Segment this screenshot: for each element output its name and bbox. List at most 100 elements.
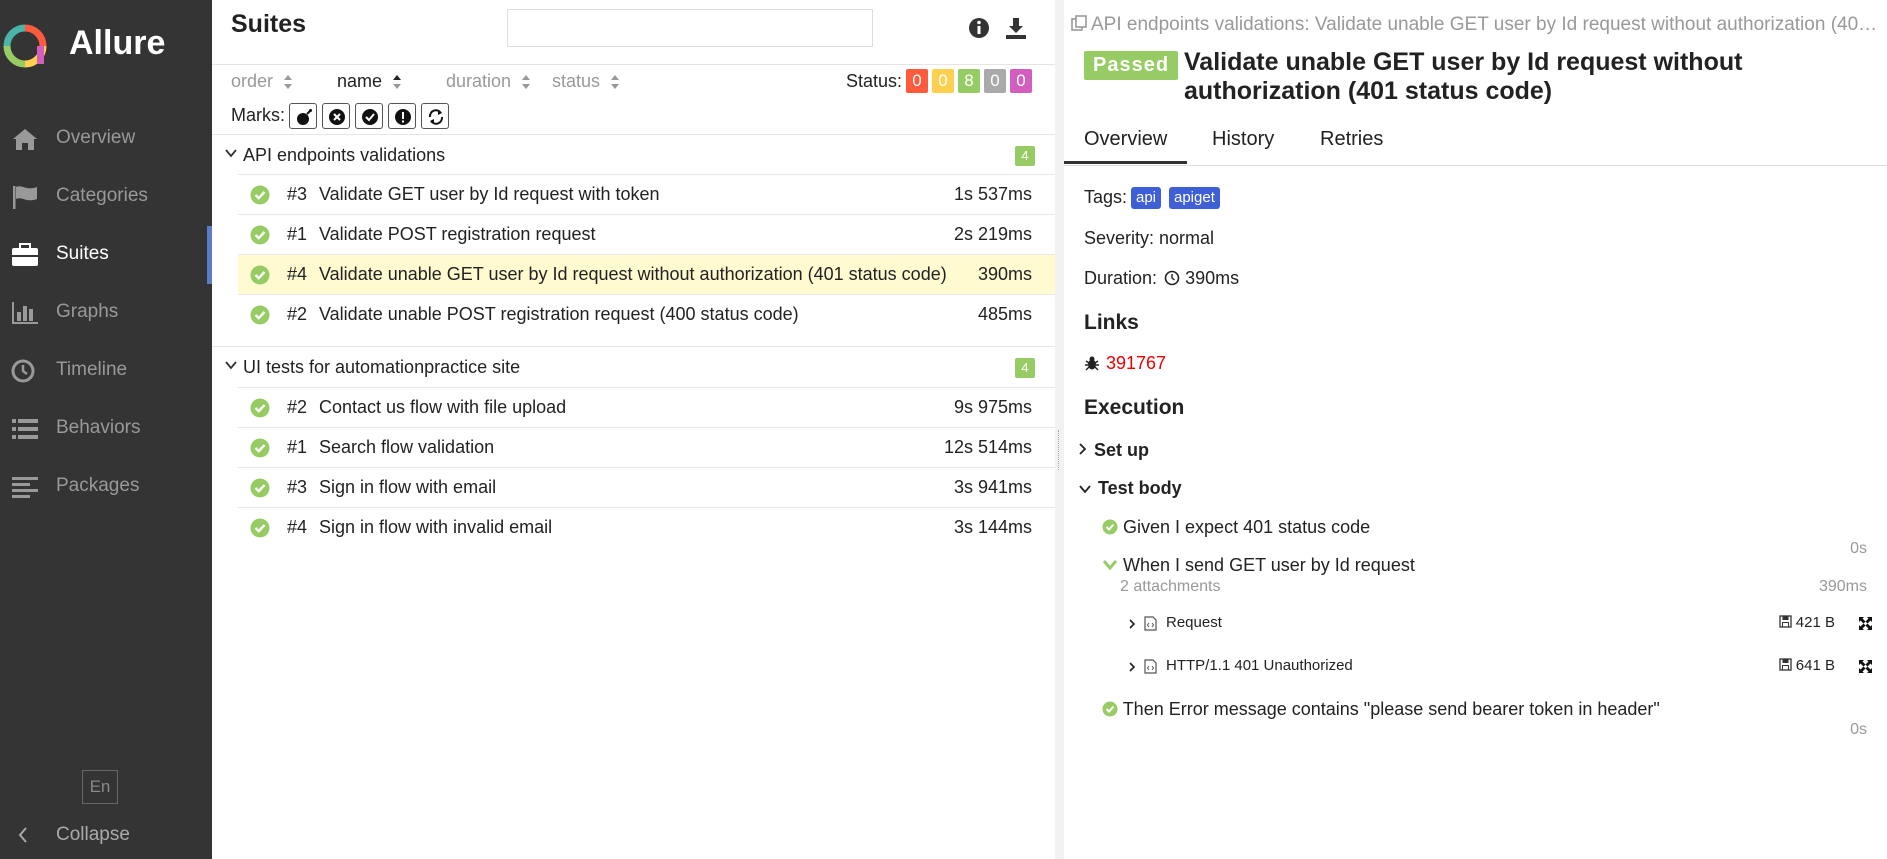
status-failed-toggle[interactable]: 0 [906,69,928,93]
sidebar-item-label: Suites [56,243,109,264]
duration-label: Duration: [1084,268,1158,288]
sort-order-label: order [231,71,274,91]
file-code-icon [1144,616,1157,631]
test-number: #4 [287,517,308,537]
check-circle-icon [1102,519,1118,535]
download-icon[interactable] [1004,16,1028,40]
tab-overview[interactable]: Overview [1064,128,1187,164]
step-name: Given I expect 401 status code [1123,517,1371,537]
sidebar: Allure Overview Categories Suites Graphs… [0,0,212,859]
test-row[interactable]: #2 Contact us flow with file upload 9s 9… [238,387,1055,427]
issue-link[interactable]: 391767 [1084,353,1166,374]
sort-name[interactable]: name [337,71,402,92]
collapse-button[interactable]: Collapse [0,822,212,852]
chevron-down-icon [1079,485,1091,494]
mark-new-broken-button[interactable] [388,103,416,129]
tag-badge: apiget [1169,187,1220,209]
times-circle-icon [329,109,345,125]
status-broken-toggle[interactable]: 0 [932,69,954,93]
test-row[interactable]: #4 Sign in flow with invalid email 3s 14… [238,507,1055,547]
status-badge: Passed [1084,51,1179,80]
suite-group-name: UI tests for automationpractice site [243,357,521,377]
test-body-section-toggle[interactable]: Test body [1078,478,1182,499]
chevron-down-icon [225,361,237,370]
check-circle-icon [250,265,270,285]
test-row[interactable]: #3 Validate GET user by Id request with … [238,174,1055,214]
tab-retries[interactable]: Retries [1320,128,1383,161]
setup-section-toggle[interactable]: Set up [1078,440,1149,461]
check-circle-icon [1102,701,1118,717]
attachment-size: 641 B [1778,657,1835,674]
sidebar-item-suites[interactable]: Suites [0,226,212,284]
collapse-label: Collapse [56,824,130,845]
search-input[interactable] [507,9,873,47]
sort-icon [611,75,620,90]
issue-link-text[interactable]: 391767 [1106,353,1166,373]
test-number: #4 [287,264,308,284]
attachment-size-value: 421 B [1795,614,1835,631]
setup-label: Set up [1094,440,1150,460]
sidebar-item-packages[interactable]: Packages [0,458,212,516]
test-duration: 3s 144ms [953,517,1032,537]
step-row[interactable]: Given I expect 401 status code [1102,517,1370,538]
mark-new-failed-button[interactable] [322,103,350,129]
sidebar-item-timeline[interactable]: Timeline [0,342,212,400]
step-row[interactable]: Then Error message contains "please send… [1102,699,1660,720]
sort-icon [284,75,293,90]
mark-flaky-button[interactable] [289,103,317,129]
sidebar-item-graphs[interactable]: Graphs [0,284,212,342]
suite-group-count: 4 [1015,358,1035,378]
info-icon[interactable] [967,16,991,40]
status-passed-toggle[interactable]: 8 [958,69,980,93]
test-duration: 2s 219ms [953,224,1032,244]
sort-status[interactable]: status [552,71,620,92]
testcase-pane: API endpoints validations: Validate unab… [1064,0,1887,859]
breadcrumb[interactable]: API endpoints validations: Validate unab… [1070,14,1880,36]
sidebar-item-behaviors[interactable]: Behaviors [0,400,212,458]
sort-duration-label: duration [446,71,512,91]
test-row[interactable]: #1 Search flow validation 12s 514ms [238,427,1055,467]
sort-icon [522,75,531,90]
sidebar-item-categories[interactable]: Categories [0,168,212,226]
step-name: When I send GET user by Id request [1123,555,1415,575]
sidebar-item-label: Categories [56,185,148,206]
severity: Severity: normal [1084,228,1215,248]
splitter-grip[interactable] [1058,430,1062,470]
test-row[interactable]: #2 Validate unable POST registration req… [238,294,1055,334]
test-duration: 9s 975ms [953,397,1032,417]
status-skipped-toggle[interactable]: 0 [984,69,1006,93]
sort-order[interactable]: order [231,71,293,92]
mark-retries-button[interactable] [421,103,449,129]
test-row[interactable]: #1 Validate POST registration request 2s… [238,214,1055,254]
mark-new-passed-button[interactable] [355,103,383,129]
sidebar-item-overview[interactable]: Overview [0,110,212,168]
app-logo[interactable]: Allure [0,20,212,70]
briefcase-icon [12,243,38,266]
sort-status-label: status [552,71,601,91]
step-duration: 0s [1850,540,1867,557]
test-row-selected[interactable]: #4 Validate unable GET user by Id reques… [238,254,1055,294]
test-title: Validate unable POST registration reques… [319,304,799,324]
align-left-icon [12,477,38,498]
tab-history[interactable]: History [1212,128,1274,161]
sidebar-item-label: Behaviors [56,417,141,438]
testcase-title: Validate unable GET user by Id request w… [1184,48,1743,105]
suite-group-name: API endpoints validations [243,145,446,165]
check-circle-icon [250,438,270,458]
sort-duration[interactable]: duration [446,71,531,92]
tags-label: Tags: [1084,187,1128,207]
sidebar-item-label: Timeline [56,359,128,380]
suite-group-header[interactable]: UI tests for automationpractice site 4 [212,346,1055,387]
chevron-right-icon [1129,619,1136,629]
status-filter-label: Status: [846,71,903,91]
check-circle-icon [250,185,270,205]
test-row[interactable]: #3 Sign in flow with email 3s 941ms [238,467,1055,507]
sidebar-item-label: Packages [56,475,140,496]
suite-group-header[interactable]: API endpoints validations 4 [212,134,1055,175]
step-row-expanded[interactable]: When I send GET user by Id request [1102,555,1415,576]
expand-icon[interactable] [1858,659,1873,674]
expand-icon[interactable] [1858,616,1873,631]
status-unknown-toggle[interactable]: 0 [1010,69,1032,93]
language-button[interactable]: En [82,770,118,804]
check-circle-icon [250,518,270,538]
